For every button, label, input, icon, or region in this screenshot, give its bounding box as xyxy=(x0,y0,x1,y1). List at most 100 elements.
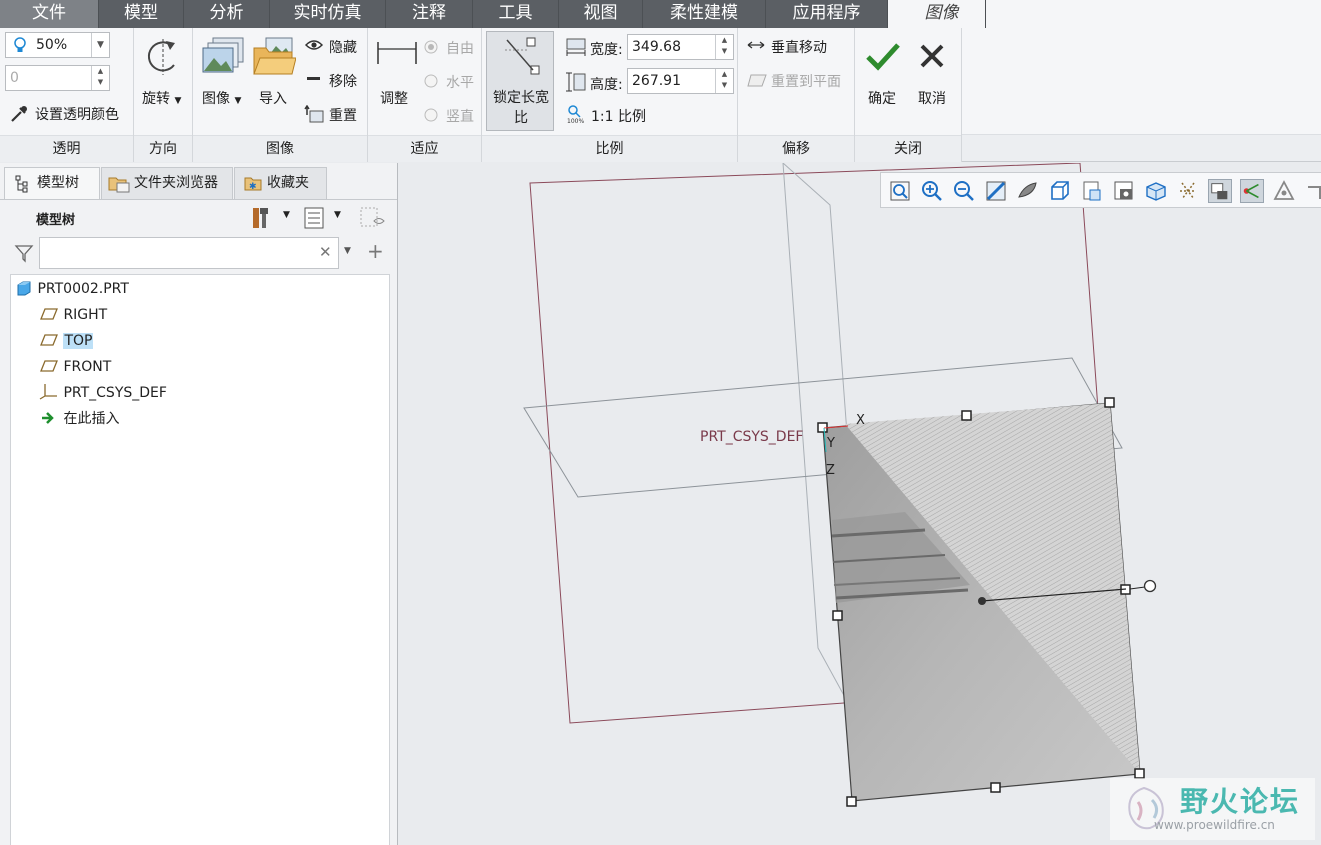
chevron-down-icon[interactable]: ▼ xyxy=(91,33,109,57)
spinner-arrows-icon[interactable]: ▲ ▼ xyxy=(715,69,733,93)
lock-aspect-ratio-button[interactable]: 锁定长宽比 xyxy=(486,31,554,131)
datum-plane-icon xyxy=(40,334,58,346)
radio-vertical-label: 竖直 xyxy=(446,109,474,125)
ribbon-label-strip xyxy=(962,134,1321,161)
watermark-title: 野火论坛 xyxy=(1180,785,1301,818)
rotation-handle[interactable] xyxy=(1143,579,1157,593)
one-to-one-scale-icon: 100% xyxy=(567,105,584,124)
adjust-button[interactable]: 调整 xyxy=(380,88,408,108)
group-close: 确定 取消 关闭 xyxy=(855,28,962,162)
radio-vertical[interactable] xyxy=(424,108,438,122)
rotation-center[interactable] xyxy=(978,597,986,605)
show-list-icon[interactable] xyxy=(304,207,324,229)
tab-file[interactable]: 文件 xyxy=(0,0,99,28)
chevron-down-icon: ▼ xyxy=(174,96,182,106)
tab-tools[interactable]: 工具 xyxy=(473,0,559,28)
width-input[interactable]: 349.68 ▲ ▼ xyxy=(627,34,734,60)
resize-handle-top[interactable] xyxy=(961,410,972,421)
tree-item-top[interactable]: TOP xyxy=(39,330,94,352)
rotate-button[interactable]: 旋转 ▼ xyxy=(142,88,181,108)
add-filter-icon[interactable]: + xyxy=(367,241,384,261)
remove-icon xyxy=(307,77,320,80)
tree-search-input[interactable] xyxy=(39,237,339,269)
spinner-arrows-icon[interactable]: ▲ ▼ xyxy=(91,66,109,90)
radio-horizontal[interactable] xyxy=(424,74,438,88)
perspective-view-icon[interactable] xyxy=(1112,179,1136,203)
model-tree-title: 模型树 xyxy=(36,213,76,228)
image-dropdown-button[interactable]: 图像 ▼ xyxy=(202,88,241,108)
repaint-icon[interactable] xyxy=(984,179,1008,203)
view-toolbar xyxy=(880,172,1321,208)
view-manager-icon[interactable] xyxy=(1080,179,1104,203)
radio-horizontal-label: 水平 xyxy=(446,75,474,91)
group-label-close: 关闭 xyxy=(855,135,961,162)
filter-display-icon[interactable] xyxy=(360,207,386,229)
tab-folder-browser[interactable]: 文件夹浏览器 xyxy=(101,167,233,199)
tree-item-part[interactable]: PRT0002.PRT xyxy=(15,278,129,300)
group-fit: 调整 自由 水平 竖直 适应 xyxy=(368,28,482,162)
ok-button[interactable]: 确定 xyxy=(868,88,896,108)
spin-center-icon[interactable] xyxy=(1144,179,1168,203)
import-button[interactable]: 导入 xyxy=(259,88,287,108)
tree-item-front[interactable]: FRONT xyxy=(39,356,111,378)
tab-favorites[interactable]: ✱ 收藏夹 xyxy=(234,167,327,199)
resize-handle-bottom-left[interactable] xyxy=(846,796,857,807)
saved-orientations-icon[interactable] xyxy=(1048,179,1072,203)
tab-realtime-simulation[interactable]: 实时仿真 xyxy=(270,0,386,28)
clear-icon[interactable]: ✕ xyxy=(319,243,332,261)
eye-icon xyxy=(305,40,323,50)
settings-tools-icon[interactable] xyxy=(250,206,272,230)
resize-handle-top-right[interactable] xyxy=(1104,397,1115,408)
set-transparency-color-button[interactable]: 设置透明颜色 xyxy=(35,104,119,124)
group-orientation: 旋转 ▼ 方向 xyxy=(134,28,193,162)
height-input[interactable]: 267.91 ▲ ▼ xyxy=(627,68,734,94)
remove-button[interactable]: 移除 xyxy=(329,71,357,91)
zoom-out-icon[interactable] xyxy=(952,179,976,203)
point-display-icon[interactable] xyxy=(1272,179,1296,203)
spinner-arrows-icon[interactable]: ▲ ▼ xyxy=(715,35,733,59)
reset-to-plane-icon xyxy=(747,74,767,87)
refit-icon[interactable] xyxy=(888,179,912,203)
image-stack-icon xyxy=(202,37,244,73)
resize-handle-bottom-right[interactable] xyxy=(1134,768,1145,779)
favorites-icon: ✱ xyxy=(244,177,262,191)
tab-flexible-modeling[interactable]: 柔性建模 xyxy=(643,0,766,28)
tab-model-tree[interactable]: 模型树 xyxy=(4,167,100,199)
more-tools-icon[interactable] xyxy=(1304,179,1321,203)
resize-handle-bottom[interactable] xyxy=(990,782,1001,793)
annotation-display-icon[interactable] xyxy=(1208,179,1232,203)
zoom-in-icon[interactable] xyxy=(920,179,944,203)
tab-model[interactable]: 模型 xyxy=(99,0,184,28)
tree-item-right[interactable]: RIGHT xyxy=(39,304,107,326)
graphics-viewport[interactable]: PRT_CSYS_DEF X Y Z xyxy=(399,163,1321,845)
tab-image[interactable]: 图像 xyxy=(898,0,986,28)
model-graphics: PRT_CSYS_DEF X Y Z xyxy=(523,163,1157,807)
reset-button[interactable]: 重置 xyxy=(329,105,357,125)
cancel-button[interactable]: 取消 xyxy=(918,88,946,108)
group-label-orientation: 方向 xyxy=(134,135,192,162)
transparency-value-input[interactable]: 0 ▲ ▼ xyxy=(5,65,110,91)
eyedropper-icon xyxy=(11,106,27,122)
radio-free[interactable] xyxy=(424,40,438,54)
tree-item-insert-here[interactable]: 在此插入 xyxy=(39,408,119,430)
chevron-down-icon[interactable]: ▼ xyxy=(344,246,351,256)
chevron-down-icon[interactable]: ▼ xyxy=(283,210,290,220)
csys-display-icon[interactable] xyxy=(1240,179,1264,203)
tree-item-csys[interactable]: PRT_CSYS_DEF xyxy=(39,382,167,404)
one-to-one-scale-button[interactable]: 1:1 比例 xyxy=(591,106,646,126)
filter-icon[interactable] xyxy=(14,243,34,263)
vertical-move-button[interactable]: 垂直移动 xyxy=(771,37,827,57)
chevron-down-icon[interactable]: ▼ xyxy=(334,210,341,220)
tab-annotate[interactable]: 注释 xyxy=(386,0,473,28)
tab-view[interactable]: 视图 xyxy=(559,0,643,28)
tab-applications[interactable]: 应用程序 xyxy=(766,0,888,28)
group-offset: 垂直移动 重置到平面 偏移 xyxy=(738,28,855,162)
resize-handle-left[interactable] xyxy=(832,610,843,621)
transparency-dropdown[interactable]: 50% ▼ xyxy=(5,32,110,58)
tab-analysis[interactable]: 分析 xyxy=(184,0,270,28)
display-style-icon[interactable] xyxy=(1016,179,1040,203)
hide-button[interactable]: 隐藏 xyxy=(329,37,357,57)
tree-icon xyxy=(15,175,28,193)
datum-display-icon[interactable] xyxy=(1176,179,1200,203)
reset-to-plane-button[interactable]: 重置到平面 xyxy=(771,71,841,91)
